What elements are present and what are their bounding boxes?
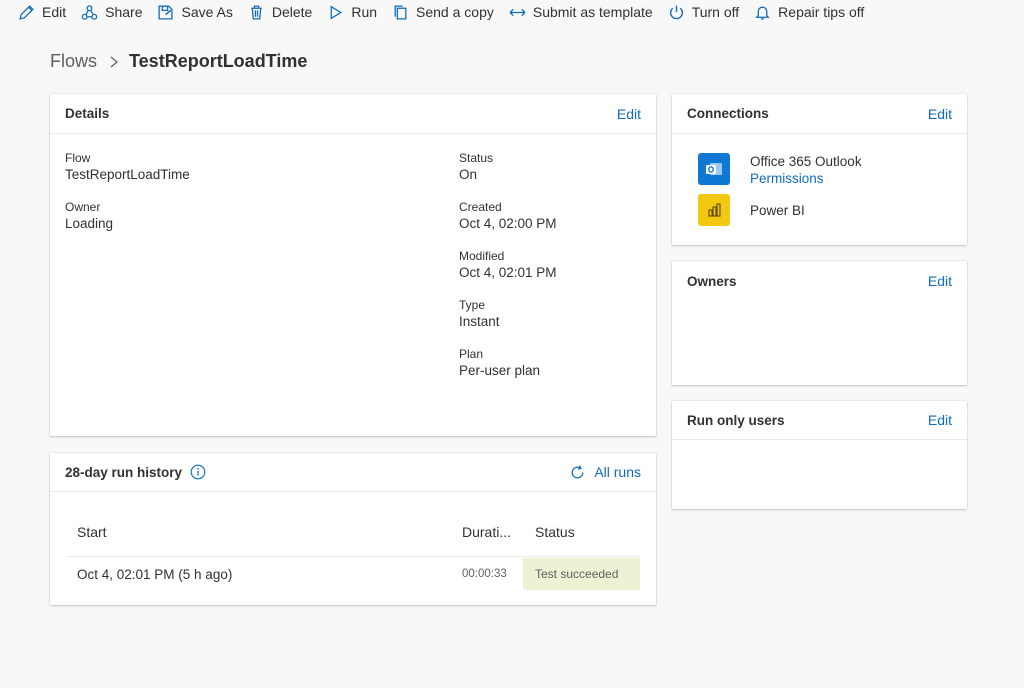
share-label: Share: [105, 4, 143, 20]
owners-header: Owners Edit: [672, 261, 967, 301]
run-start: Oct 4, 02:01 PM (5 h ago): [77, 567, 233, 582]
field-plan: Plan Per-user plan: [459, 346, 540, 380]
details-header: Details Edit: [50, 94, 656, 134]
page-title: TestReportLoadTime: [129, 51, 308, 71]
created-label: Created: [459, 200, 502, 214]
column-status[interactable]: Status: [535, 524, 575, 540]
outlook-name: Office 365 Outlook: [750, 154, 862, 169]
run-history-title: 28-day run history: [65, 464, 183, 480]
field-created: Created Oct 4, 02:00 PM: [459, 199, 557, 233]
trash-icon: [248, 4, 272, 21]
copy-icon: [392, 4, 416, 21]
save-as-label: Save As: [181, 4, 233, 20]
run-status-badge: Test succeeded: [523, 558, 640, 590]
field-owner: Owner Loading: [65, 199, 113, 233]
all-runs-label: All runs: [594, 464, 641, 480]
refresh-icon: [571, 464, 584, 478]
save-as-icon: [157, 4, 181, 21]
field-type: Type Instant: [459, 297, 500, 331]
status-label: Status: [459, 151, 494, 165]
plan-label: Plan: [459, 347, 484, 361]
created-value: Oct 4, 02:00 PM: [459, 216, 557, 231]
field-flow: Flow TestReportLoadTime: [65, 150, 190, 184]
pencil-icon: [18, 4, 42, 21]
outlook-icon: [698, 153, 730, 185]
send-copy-button[interactable]: Send a copy: [392, 4, 494, 21]
owners-card: Owners Edit: [672, 261, 967, 385]
details-title: Details: [65, 106, 110, 121]
run-label: Run: [351, 4, 378, 20]
play-icon: [327, 4, 351, 21]
owner-value: Loading: [65, 216, 114, 231]
delete-label: Delete: [271, 4, 313, 20]
run-only-users-card: Run only users Edit: [672, 401, 967, 509]
run-only-users-header: Run only users Edit: [672, 401, 967, 440]
type-label: Type: [459, 298, 486, 312]
connections-edit-link[interactable]: Edit: [928, 106, 952, 122]
status-value: On: [459, 167, 478, 182]
details-card: Details Edit Flow TestReportLoadTime Own…: [50, 94, 656, 436]
permissions-link[interactable]: Permissions: [750, 170, 862, 187]
save-as-button[interactable]: Save As: [157, 4, 233, 21]
run-duration: 00:00:33: [462, 568, 507, 580]
chevron-right-icon: [109, 56, 119, 68]
delete-button[interactable]: Delete: [248, 4, 312, 21]
command-bar: Edit Share Save As Delete Run Send a cop…: [0, 0, 1024, 24]
bell-icon: [754, 4, 778, 21]
connection-outlook: Office 365 Outlook Permissions: [698, 153, 862, 187]
run-status-text: Test succeeded: [535, 567, 619, 581]
modified-value: Oct 4, 02:01 PM: [459, 265, 557, 280]
table-divider: [66, 556, 640, 557]
owner-label: Owner: [65, 200, 101, 214]
field-modified: Modified Oct 4, 02:01 PM: [459, 248, 557, 282]
submit-template-label: Submit as template: [532, 4, 653, 20]
turn-off-button[interactable]: Turn off: [668, 4, 739, 21]
field-status: Status On: [459, 150, 493, 184]
run-history-header: 28-day run history All runs: [50, 453, 656, 492]
connections-header: Connections Edit: [672, 94, 967, 134]
share-button[interactable]: Share: [81, 4, 142, 21]
breadcrumb: Flows TestReportLoadTime: [50, 51, 307, 72]
repair-tips-label: Repair tips off: [778, 4, 865, 20]
power-icon: [668, 4, 692, 21]
owners-title: Owners: [687, 273, 737, 289]
submit-template-button[interactable]: Submit as template: [509, 4, 653, 21]
run-only-users-title: Run only users: [687, 412, 785, 428]
column-start[interactable]: Start: [77, 524, 107, 540]
turn-off-label: Turn off: [691, 4, 740, 20]
edit-label: Edit: [42, 4, 67, 20]
repair-tips-button[interactable]: Repair tips off: [754, 4, 864, 21]
send-copy-label: Send a copy: [416, 4, 494, 20]
modified-label: Modified: [459, 249, 505, 263]
table-row[interactable]: Oct 4, 02:01 PM (5 h ago) 00:00:33 Test …: [66, 558, 640, 590]
all-runs-link[interactable]: All runs: [569, 464, 641, 481]
plan-value: Per-user plan: [459, 363, 541, 378]
flow-label: Flow: [65, 151, 91, 165]
info-icon[interactable]: [190, 464, 206, 480]
flow-value: TestReportLoadTime: [65, 167, 190, 182]
details-edit-link[interactable]: Edit: [617, 106, 641, 122]
run-button[interactable]: Run: [327, 4, 377, 21]
arrows-horizontal-icon: [509, 4, 533, 21]
owners-edit-link[interactable]: Edit: [928, 273, 952, 289]
connection-powerbi: Power BI: [698, 194, 805, 226]
connections-title: Connections: [687, 106, 769, 121]
powerbi-name: Power BI: [750, 203, 805, 218]
edit-button[interactable]: Edit: [18, 4, 66, 21]
connections-card: Connections Edit Office 365 Outlook Perm…: [672, 94, 967, 245]
run-only-users-edit-link[interactable]: Edit: [928, 412, 952, 428]
powerbi-icon: [698, 194, 730, 226]
breadcrumb-flows[interactable]: Flows: [50, 51, 97, 72]
share-icon: [81, 4, 105, 21]
type-value: Instant: [459, 314, 500, 329]
column-duration[interactable]: Durati...: [462, 524, 511, 540]
